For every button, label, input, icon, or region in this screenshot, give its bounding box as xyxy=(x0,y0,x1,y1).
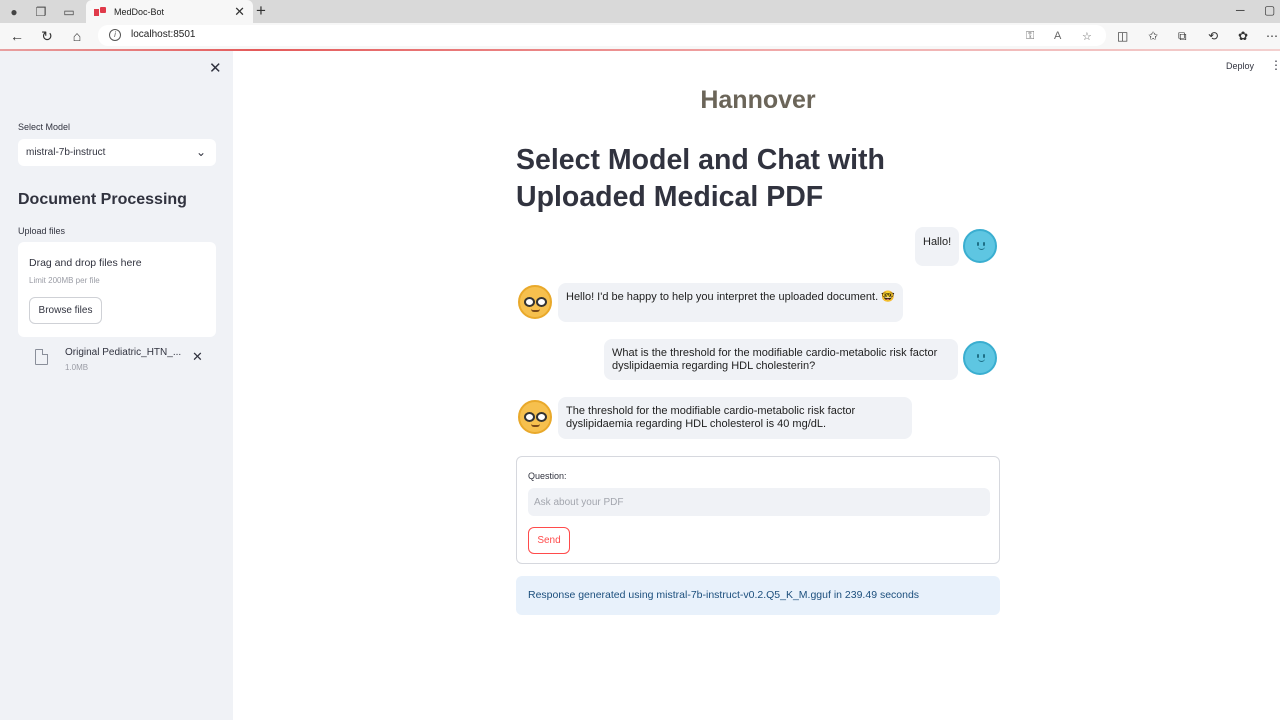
remove-file-icon[interactable]: ✕ xyxy=(192,349,203,365)
uploaded-file: Original Pediatric_HTN_... 1.0MB ✕ xyxy=(18,342,216,376)
main-menu-icon[interactable]: ⋮ xyxy=(1270,58,1280,72)
home-icon[interactable]: ⌂ xyxy=(68,27,86,45)
page-title: Select Model and Chat with Uploaded Medi… xyxy=(516,144,885,213)
new-tab-icon[interactable]: + xyxy=(256,1,266,21)
browser-tab-bar: ● ❐ ▭ MedDoc-Bot ✕ + ─ ▢ xyxy=(0,0,1280,23)
collections-icon[interactable]: ⧉ xyxy=(1178,29,1187,44)
split-screen-icon[interactable]: ◫ xyxy=(1117,29,1128,43)
bot-avatar-icon xyxy=(518,285,552,319)
file-size: 1.0MB xyxy=(65,363,89,372)
browser-tab[interactable]: MedDoc-Bot ✕ xyxy=(86,0,253,23)
more-icon[interactable]: ⋯ xyxy=(1266,29,1278,43)
response-info: Response generated using mistral-7b-inst… xyxy=(516,576,1000,615)
url-text: localhost:8501 xyxy=(131,29,196,40)
sidebar: ✕ Select Model mistral-7b-instruct ⌄ Doc… xyxy=(0,51,233,720)
favorites-icon[interactable]: ✩ xyxy=(1148,29,1158,43)
bot-avatar-icon xyxy=(518,400,552,434)
document-processing-heading: Document Processing xyxy=(18,191,187,208)
assistant-message: The threshold for the modifiable cardio-… xyxy=(558,397,912,439)
brand-title: Hannover xyxy=(700,86,816,114)
selected-model: mistral-7b-instruct xyxy=(26,147,106,158)
browse-files-button[interactable]: Browse files xyxy=(29,297,102,324)
key-icon[interactable]: ⚿ xyxy=(1026,30,1034,43)
question-form: Question: Send xyxy=(516,456,1000,564)
upload-files-label: Upload files xyxy=(18,226,66,236)
workspaces-icon[interactable]: ❐ xyxy=(33,4,49,20)
file-dropzone[interactable]: Drag and drop files here Limit 200MB per… xyxy=(18,242,216,337)
url-field[interactable]: i localhost:8501 ⚿ A ☆ xyxy=(98,25,1106,46)
tab-actions-icon[interactable]: ▭ xyxy=(61,4,77,20)
user-avatar-icon xyxy=(963,341,997,375)
file-icon xyxy=(35,349,48,365)
assistant-message: Hello! I'd be happy to help you interpre… xyxy=(558,283,903,322)
reload-icon[interactable]: ↻ xyxy=(38,27,56,45)
profile-icon[interactable]: ● xyxy=(6,4,22,20)
site-info-icon[interactable]: i xyxy=(109,29,121,41)
minimize-icon[interactable]: ─ xyxy=(1236,3,1245,17)
dropzone-limit: Limit 200MB per file xyxy=(29,276,100,285)
model-select[interactable]: mistral-7b-instruct ⌄ xyxy=(18,139,216,166)
user-message: Hallo! xyxy=(915,227,959,266)
browser-address-bar: ← ↻ ⌂ i localhost:8501 ⚿ A ☆ xyxy=(0,23,1280,49)
user-avatar-icon xyxy=(963,229,997,263)
file-name: Original Pediatric_HTN_... xyxy=(65,347,182,358)
tab-title: MedDoc-Bot xyxy=(114,6,165,17)
user-message: What is the threshold for the modifiable… xyxy=(604,339,958,380)
question-input[interactable] xyxy=(528,488,990,516)
back-icon[interactable]: ← xyxy=(8,27,26,45)
extensions-icon[interactable]: ✿ xyxy=(1238,29,1248,43)
select-model-label: Select Model xyxy=(18,122,71,132)
chevron-down-icon: ⌄ xyxy=(195,145,206,159)
send-button[interactable]: Send xyxy=(528,527,570,554)
deploy-button[interactable]: Deploy xyxy=(1226,61,1254,71)
close-tab-icon[interactable]: ✕ xyxy=(234,4,245,20)
dropzone-title: Drag and drop files here xyxy=(29,257,142,269)
history-icon[interactable]: ⟲ xyxy=(1208,29,1218,43)
favorite-star-icon[interactable]: ☆ xyxy=(1082,30,1092,43)
read-aloud-icon[interactable]: A xyxy=(1054,30,1061,42)
close-sidebar-icon[interactable]: ✕ xyxy=(209,59,222,77)
question-label: Question: xyxy=(528,471,567,481)
maximize-icon[interactable]: ▢ xyxy=(1264,3,1275,17)
site-favicon-icon xyxy=(94,6,106,17)
